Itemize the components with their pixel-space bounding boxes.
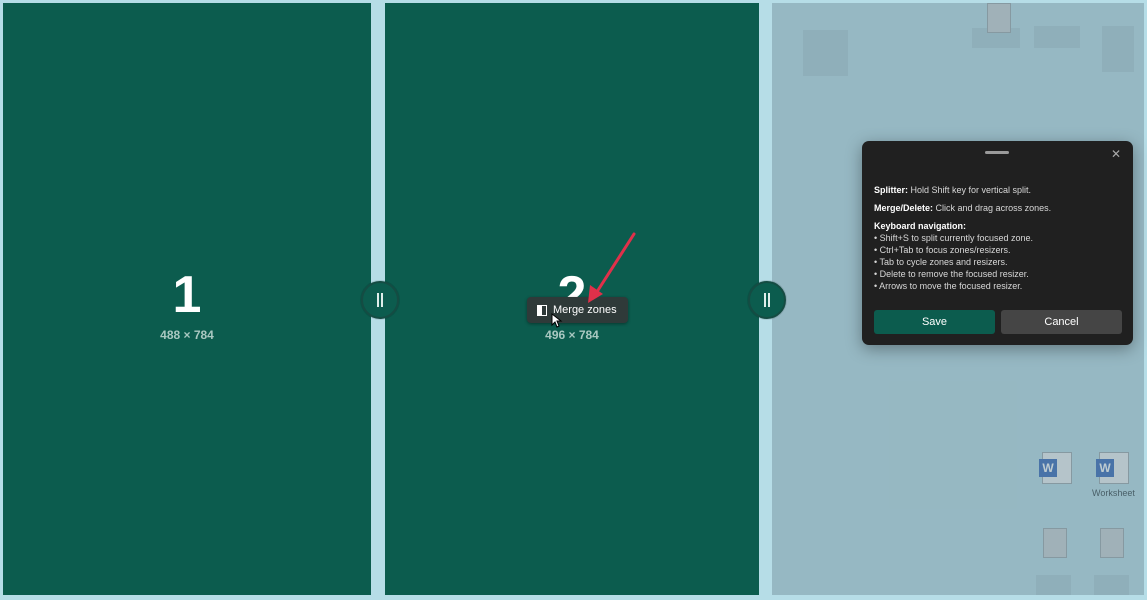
keyboard-item: • Arrows to move the focused resizer. — [874, 281, 1023, 291]
keyboard-help: Keyboard navigation: • Shift+S to split … — [874, 220, 1123, 292]
drag-handle[interactable] — [985, 151, 1009, 154]
merge-text: Click and drag across zones. — [933, 203, 1052, 213]
mouse-cursor-icon — [551, 313, 563, 328]
zone-number: 1 — [172, 266, 202, 324]
keyboard-item: • Shift+S to split currently focused zon… — [874, 233, 1033, 243]
keyboard-item: • Delete to remove the focused resizer. — [874, 269, 1029, 279]
zone-size-label: 496 × 784 — [545, 328, 599, 342]
keyboard-title: Keyboard navigation: — [874, 221, 967, 231]
zone-1[interactable]: 1 488 × 784 — [3, 3, 371, 595]
resizer-grip-icon — [377, 293, 383, 307]
keyboard-list: • Shift+S to split currently focused zon… — [874, 232, 1123, 292]
dialog-help-text: Splitter: Hold Shift key for vertical sp… — [874, 184, 1123, 292]
merge-help: Merge/Delete: Click and drag across zone… — [874, 202, 1123, 214]
splitter-help: Splitter: Hold Shift key for vertical sp… — [874, 184, 1123, 196]
splitter-title: Splitter: — [874, 185, 909, 195]
merge-title: Merge/Delete: — [874, 203, 934, 213]
cancel-button[interactable]: Cancel — [1001, 310, 1122, 334]
merge-zones-button[interactable]: Merge zones — [527, 297, 628, 323]
save-button[interactable]: Save — [874, 310, 995, 334]
merge-icon — [537, 304, 547, 316]
layout-editor-dialog: ✕ Splitter: Hold Shift key for vertical … — [862, 141, 1133, 345]
close-icon[interactable]: ✕ — [1109, 147, 1123, 161]
resizer-grip-icon — [764, 293, 770, 307]
splitter-text: Hold Shift key for vertical split. — [908, 185, 1032, 195]
zone-resizer-handle[interactable] — [748, 281, 786, 319]
keyboard-item: • Ctrl+Tab to focus zones/resizers. — [874, 245, 1011, 255]
zone-size-label: 488 × 784 — [160, 328, 214, 342]
keyboard-item: • Tab to cycle zones and resizers. — [874, 257, 1008, 267]
zone-resizer-handle[interactable] — [361, 281, 399, 319]
